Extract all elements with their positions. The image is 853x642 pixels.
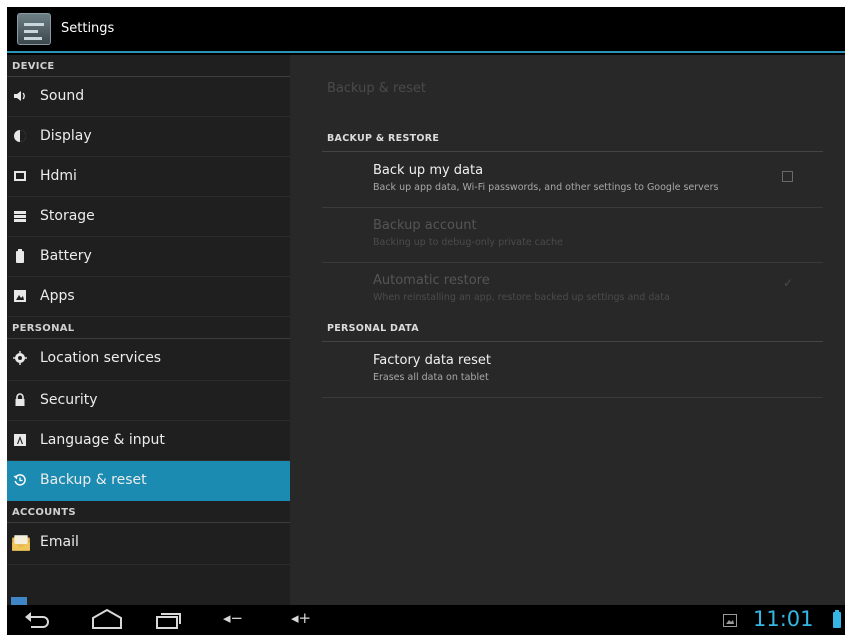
pref-summary: Back up app data, Wi-Fi passwords, and o… — [373, 182, 719, 193]
sidebar-item-location-services[interactable]: Location services — [7, 339, 290, 381]
checkmark-icon: ✓ — [783, 276, 794, 290]
pref-summary: Backing up to debug-only private cache — [373, 237, 563, 248]
sidebar-item-sound[interactable]: Sound — [7, 77, 290, 117]
sidebar-item-label: Backup & reset — [40, 472, 147, 488]
monitor-icon — [14, 171, 26, 181]
restore-icon — [13, 474, 26, 486]
battery-status-icon[interactable] — [833, 610, 841, 628]
category-backup-restore: BACKUP & RESTORE — [327, 133, 440, 144]
section-header-personal: PERSONAL — [7, 317, 290, 339]
app-title: Settings — [61, 21, 115, 36]
section-header-device: DEVICE — [7, 55, 290, 77]
sidebar-item-security[interactable]: Security — [7, 381, 290, 421]
apps-icon — [14, 290, 26, 302]
pref-title: Automatic restore — [373, 273, 490, 288]
sidebar-item-apps[interactable]: Apps — [7, 277, 290, 317]
sidebar-item-hdmi[interactable]: Hdmi — [7, 157, 290, 197]
clock[interactable]: 11:01 — [753, 607, 814, 631]
partial-account-icon — [11, 597, 27, 605]
sidebar-item-label: Security — [40, 392, 98, 408]
slider-bar-2 — [24, 30, 38, 33]
action-bar: Settings — [7, 7, 845, 53]
divider — [322, 397, 823, 398]
pref-automatic-restore: Automatic restore When reinstalling an a… — [322, 263, 823, 317]
divider — [322, 341, 823, 342]
storage-icon — [14, 211, 26, 222]
pref-summary: When reinstalling an app, restore backed… — [373, 292, 670, 303]
auto-restore-checkbox: ✓ — [782, 276, 793, 292]
sidebar-item-label: Storage — [40, 208, 95, 224]
sidebar-item-display[interactable]: Display — [7, 117, 290, 157]
tablet-screen: Settings DEVICE Sound Display Hdmi Stora… — [7, 7, 845, 635]
sidebar-item-language-input[interactable]: Language & input — [7, 421, 290, 461]
sidebar-item-email[interactable]: Email — [7, 523, 290, 565]
speaker-icon — [14, 91, 25, 101]
email-icon — [12, 535, 30, 551]
divider — [322, 151, 823, 152]
location-icon — [13, 351, 27, 365]
pref-summary: Erases all data on tablet — [373, 372, 489, 383]
sidebar-item-backup-reset[interactable]: Backup & reset — [7, 461, 290, 501]
lock-icon — [15, 393, 25, 406]
system-navigation-bar: ◂− ◂+ 11:01 — [7, 605, 845, 635]
sidebar-item-label: Apps — [40, 288, 75, 304]
pref-title: Backup account — [373, 218, 477, 233]
settings-app-icon[interactable] — [17, 13, 51, 45]
pref-title: Back up my data — [373, 163, 484, 178]
home-icon[interactable] — [87, 605, 127, 635]
brightness-icon — [14, 130, 26, 142]
pref-back-up-my-data[interactable]: Back up my data Back up app data, Wi-Fi … — [322, 153, 823, 207]
back-icon[interactable] — [21, 605, 55, 635]
screenshot-notification-icon[interactable] — [723, 614, 737, 627]
recent-apps-icon[interactable] — [153, 605, 187, 635]
sidebar-item-label: Language & input — [40, 432, 165, 448]
settings-sidebar[interactable]: DEVICE Sound Display Hdmi Storage Batter… — [7, 55, 290, 605]
sidebar-item-storage[interactable]: Storage — [7, 197, 290, 237]
section-header-accounts: ACCOUNTS — [7, 501, 290, 523]
sidebar-item-label: Location services — [40, 350, 162, 366]
pref-title: Factory data reset — [373, 353, 491, 368]
sidebar-item-label: Display — [40, 128, 92, 144]
content-pane: Backup & reset BACKUP & RESTORE Back up … — [290, 55, 845, 605]
page-title: Backup & reset — [327, 81, 426, 96]
sidebar-item-label: Sound — [40, 88, 85, 104]
sidebar-item-battery[interactable]: Battery — [7, 237, 290, 277]
volume-up-icon[interactable]: ◂+ — [291, 609, 311, 627]
backup-data-checkbox[interactable] — [782, 171, 793, 182]
keyboard-icon — [14, 434, 26, 446]
sidebar-item-label: Email — [40, 534, 79, 550]
slider-bar-1 — [24, 23, 44, 26]
volume-down-icon[interactable]: ◂− — [223, 609, 243, 627]
pref-backup-account: Backup account Backing up to debug-only … — [322, 208, 823, 262]
pref-factory-data-reset[interactable]: Factory data reset Erases all data on ta… — [322, 343, 823, 397]
sidebar-item-label: Battery — [40, 248, 92, 264]
sidebar-item-label: Hdmi — [40, 168, 77, 184]
category-personal-data: PERSONAL DATA — [327, 323, 419, 334]
slider-bar-3 — [24, 37, 42, 40]
battery-icon — [16, 249, 24, 263]
